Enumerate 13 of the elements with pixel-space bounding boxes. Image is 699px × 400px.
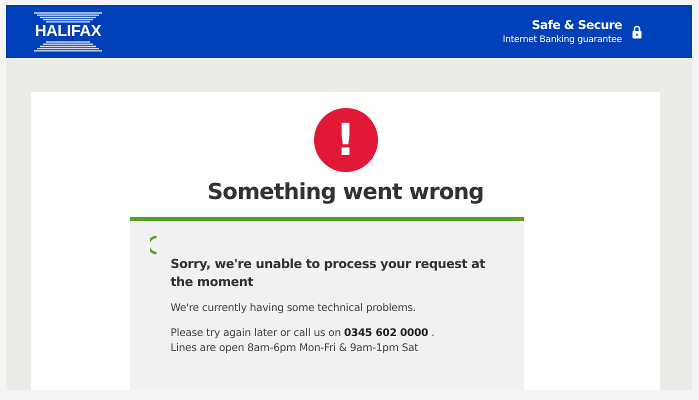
message-text: Please try again later or call us on 0345 602 0000 .: [170, 326, 436, 341]
lock-icon: [632, 24, 642, 38]
message-text: We're currently having some technical problems.: [170, 301, 417, 316]
error-icon: !: [314, 108, 378, 172]
logo-top-stripes-icon: [32, 12, 104, 22]
logo-text: HALIFAX: [34, 24, 102, 40]
message-title: Sorry, we're unable to process your request at the moment: [170, 255, 486, 291]
error-heading: Something went wrong: [207, 180, 484, 205]
loading-spinner-icon: [150, 235, 158, 255]
header-title: Safe & Secure: [532, 18, 622, 32]
header-subtitle: Internet Banking guarantee: [502, 35, 622, 45]
logo-bottom-stripes-icon: [32, 40, 104, 52]
message-text: Lines are open 8am-6pm Mon-Fri & 9am-1pm Sat: [170, 341, 420, 356]
